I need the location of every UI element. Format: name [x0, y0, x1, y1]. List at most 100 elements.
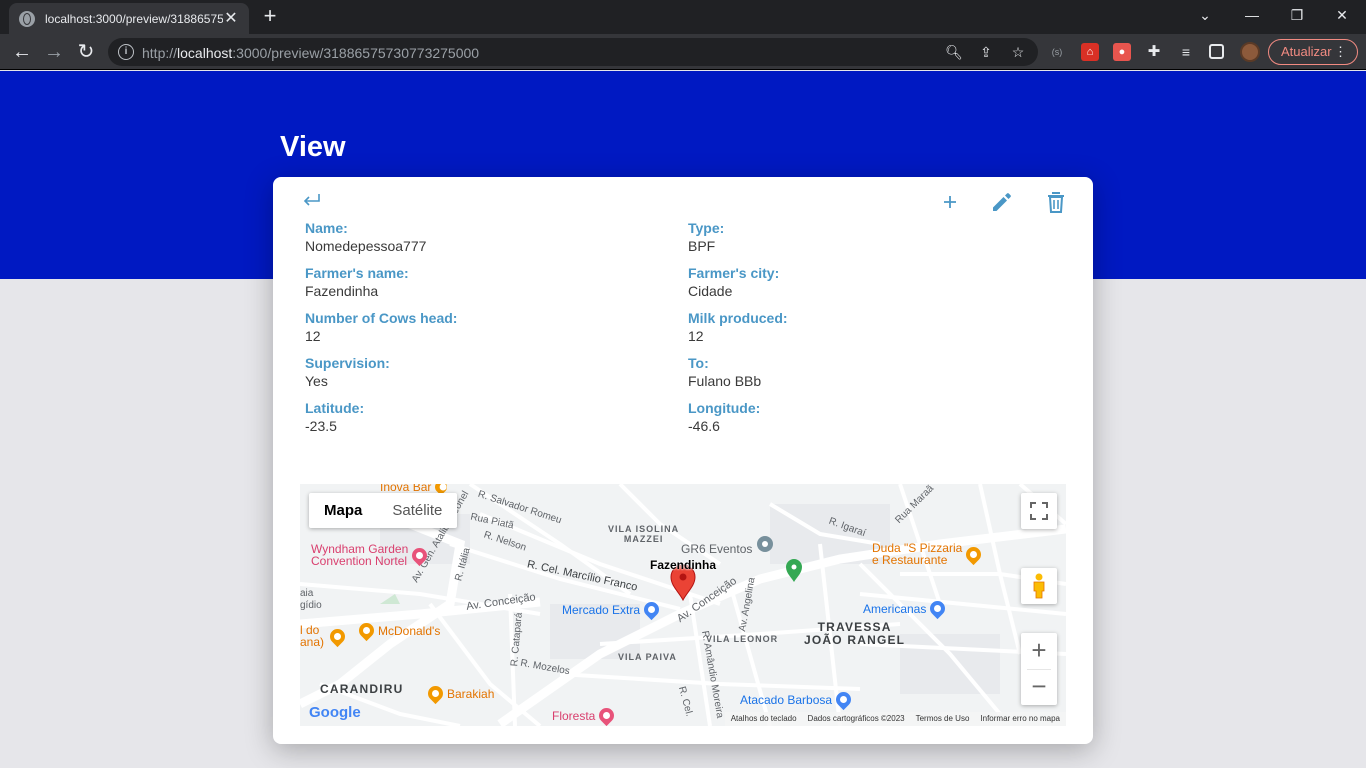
- add-icon[interactable]: [937, 189, 963, 215]
- field-label: To:: [688, 355, 709, 371]
- browser-tab[interactable]: localhost:3000/preview/3188657573... ✕: [9, 3, 249, 34]
- field-value: 12: [688, 328, 704, 344]
- field-value: BPF: [688, 238, 716, 254]
- detail-card: Name: Nomedepessoa777 Type: BPF Farmer's…: [273, 177, 1093, 744]
- back-arrow-icon[interactable]: ←: [10, 40, 34, 64]
- google-logo[interactable]: Google: [309, 704, 361, 721]
- area-label: TRAVESSA JOÃO RANGEL: [804, 620, 906, 647]
- side-panel-icon[interactable]: [1209, 44, 1224, 59]
- poi-americanas[interactable]: Americanas: [863, 597, 949, 620]
- field-name: Name: Nomedepessoa777: [305, 219, 665, 255]
- field-farmer-name: Farmer's name: Fazendinha: [305, 264, 665, 300]
- map-data-text: Dados cartográficos ©2023: [807, 714, 905, 723]
- reload-icon[interactable]: ↻: [74, 40, 98, 64]
- field-value: Yes: [305, 373, 328, 389]
- map-view[interactable]: VILA ISOLINA MAZZEI TRAVESSA JOÃO RANGEL V…: [300, 484, 1066, 726]
- pegman-icon: [1033, 573, 1045, 599]
- zoom-out-button[interactable]: −: [1021, 669, 1057, 705]
- update-button[interactable]: Atualizar ⋮: [1268, 39, 1358, 65]
- field-value: Fazendinha: [305, 283, 379, 299]
- hotel-pin-icon: [596, 704, 618, 726]
- extension-icon-3[interactable]: ●: [1113, 43, 1131, 61]
- tab-title: localhost:3000/preview/3188657573...: [45, 11, 223, 26]
- url-text: http://localhost:3000/preview/3188657573…: [142, 45, 480, 61]
- field-value: 12: [305, 328, 321, 344]
- shopping-pin-icon: [927, 597, 949, 620]
- new-tab-button[interactable]: +: [259, 5, 281, 28]
- media-icon[interactable]: ≡: [1177, 43, 1195, 61]
- browser-tab-bar: localhost:3000/preview/3188657573... ✕ +…: [0, 0, 1366, 34]
- report-error-link[interactable]: Informar erro no mapa: [980, 712, 1060, 726]
- area-label: VILA PAIVA: [618, 652, 677, 662]
- street-label: gídio: [300, 600, 322, 611]
- zoom-control: + −: [1021, 633, 1057, 705]
- street-label: aia: [300, 588, 314, 599]
- marker-label: Fazendinha: [650, 558, 717, 572]
- zoom-in-button[interactable]: +: [1021, 633, 1057, 669]
- zoom-icon[interactable]: 🔍︎: [944, 42, 964, 62]
- fullscreen-icon: [1030, 502, 1048, 520]
- poi-duda-pizzaria[interactable]: Duda "S Pizzaria e Restaurante: [872, 542, 985, 566]
- area-label: VILA LEONOR: [706, 634, 779, 644]
- field-latitude: Latitude: -23.5: [305, 399, 665, 435]
- restore-button[interactable]: ❐: [1282, 4, 1312, 26]
- poi-partial[interactable]: l do ana): [300, 624, 349, 648]
- map-footer: Atalhos do teclado Dados cartográficos ©…: [724, 712, 1066, 726]
- extension-icon-1[interactable]: (s): [1048, 43, 1066, 61]
- globe-icon: [19, 10, 35, 27]
- restaurant-pin-icon: [963, 543, 985, 565]
- street-view-pegman-button[interactable]: [1021, 568, 1057, 604]
- poi-gr6-eventos[interactable]: GR6 Eventos: [681, 542, 752, 556]
- field-value: -23.5: [305, 418, 337, 434]
- site-info-icon[interactable]: i: [118, 44, 134, 60]
- keyboard-shortcuts-link[interactable]: Atalhos do teclado: [731, 712, 797, 726]
- field-to: To: Fulano BBb: [688, 354, 1048, 390]
- area-label: VILA ISOLINA MAZZEI: [608, 524, 680, 544]
- close-window-button[interactable]: ✕: [1327, 4, 1357, 26]
- terms-link[interactable]: Termos de Uso: [916, 712, 970, 726]
- poi-mercado-extra[interactable]: Mercado Extra: [562, 598, 663, 621]
- field-longitude: Longitude: -46.6: [688, 399, 1048, 435]
- poi-atacado-barbosa[interactable]: Atacado Barbosa: [740, 688, 855, 711]
- field-label: Name:: [305, 220, 348, 236]
- field-label: Farmer's name:: [305, 265, 409, 281]
- poi-wyndham[interactable]: Wyndham Garden Convention Nortel: [311, 543, 431, 567]
- poi-floresta[interactable]: Floresta: [552, 704, 618, 726]
- field-value: Nomedepessoa777: [305, 238, 427, 254]
- minimize-button[interactable]: —: [1237, 4, 1267, 26]
- field-label: Type:: [688, 220, 725, 236]
- forward-arrow-icon[interactable]: →: [42, 40, 66, 64]
- restaurant-pin-icon: [424, 682, 447, 705]
- map-type-control: Mapa Satélite: [309, 493, 458, 528]
- map-type-map-button[interactable]: Mapa: [309, 493, 377, 528]
- edit-pencil-icon[interactable]: [989, 189, 1015, 215]
- menu-dots-icon: ⋮: [1334, 44, 1347, 59]
- page-title: View: [280, 131, 346, 163]
- field-farmer-city: Farmer's city: Cidade: [688, 264, 1048, 300]
- update-label: Atualizar: [1281, 44, 1332, 59]
- tab-search-icon[interactable]: ⌄: [1190, 4, 1220, 26]
- address-bar[interactable]: i http://localhost:3000/preview/31886575…: [108, 38, 1038, 66]
- field-label: Milk produced:: [688, 310, 788, 326]
- close-tab-icon[interactable]: ✕: [223, 10, 239, 27]
- field-cows-head: Number of Cows head: 12: [305, 309, 665, 345]
- return-icon[interactable]: [301, 191, 323, 209]
- field-label: Supervision:: [305, 355, 390, 371]
- fullscreen-button[interactable]: [1021, 493, 1057, 529]
- delete-trash-icon[interactable]: [1043, 189, 1069, 215]
- field-label: Longitude:: [688, 400, 761, 416]
- field-label: Farmer's city:: [688, 265, 780, 281]
- extensions-puzzle-icon[interactable]: ✚: [1145, 43, 1163, 61]
- area-label: CARANDIRU: [320, 682, 404, 696]
- shopping-pin-icon: [832, 688, 855, 711]
- bookmark-star-icon[interactable]: ☆: [1008, 42, 1028, 62]
- page-content: View Name: Nomedepessoa777 Type: BPF Far…: [0, 71, 1366, 768]
- map-type-satellite-button[interactable]: Satélite: [377, 493, 457, 528]
- profile-avatar[interactable]: [1240, 42, 1260, 62]
- extension-icon-2[interactable]: ⌂: [1081, 43, 1099, 61]
- hotel-pin-icon: [409, 544, 431, 566]
- share-icon[interactable]: ⇪: [976, 42, 996, 62]
- poi-barakiah[interactable]: Barakiah: [424, 682, 494, 705]
- poi-mcdonalds[interactable]: McDonald's: [355, 619, 440, 642]
- field-value: Fulano BBb: [688, 373, 762, 389]
